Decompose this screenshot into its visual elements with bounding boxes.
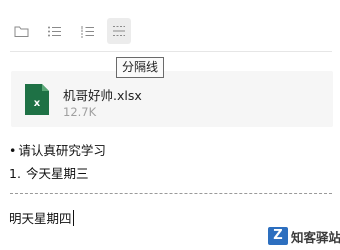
text-cursor xyxy=(72,210,74,226)
bulleted-list-button[interactable] xyxy=(42,18,66,44)
attachment-card[interactable]: x 机哥好帅.xlsx 12.7K xyxy=(11,71,333,127)
divider-line-icon xyxy=(113,26,125,36)
toolbar xyxy=(0,18,340,44)
folder-icon xyxy=(14,26,28,37)
attachment-file-size: 12.7K xyxy=(63,105,97,119)
list-number: 1. xyxy=(9,166,21,181)
editing-paragraph-text: 明天星期四 xyxy=(9,211,72,226)
numbered-list-item-text: 今天星期三 xyxy=(25,166,89,181)
divider-tooltip: 分隔线 xyxy=(116,57,165,78)
editing-paragraph[interactable]: 明天星期四 xyxy=(9,208,74,227)
divider-button[interactable] xyxy=(107,18,131,44)
numbered-list-icon xyxy=(80,25,94,37)
numbered-list-button[interactable] xyxy=(75,18,99,44)
svg-text:x: x xyxy=(34,98,41,109)
attachment-file-name: 机哥好帅.xlsx xyxy=(63,88,142,103)
watermark-logo: Z xyxy=(268,227,288,245)
insert-file-button[interactable] xyxy=(9,18,33,44)
numbered-list-item[interactable]: 1. 今天星期三 xyxy=(9,163,88,182)
bulleted-list-icon xyxy=(47,26,61,36)
bulleted-list-item-text: 请认真研究学习 xyxy=(18,143,106,158)
dashed-divider-line xyxy=(10,193,332,194)
excel-file-icon: x xyxy=(25,84,49,115)
toolbar-divider xyxy=(10,51,332,52)
watermark: Z 知客驿站 xyxy=(268,226,340,246)
bullet-marker: • xyxy=(9,143,17,158)
bulleted-list-item[interactable]: • 请认真研究学习 xyxy=(9,140,106,159)
watermark-text: 知客驿站 xyxy=(291,229,340,245)
